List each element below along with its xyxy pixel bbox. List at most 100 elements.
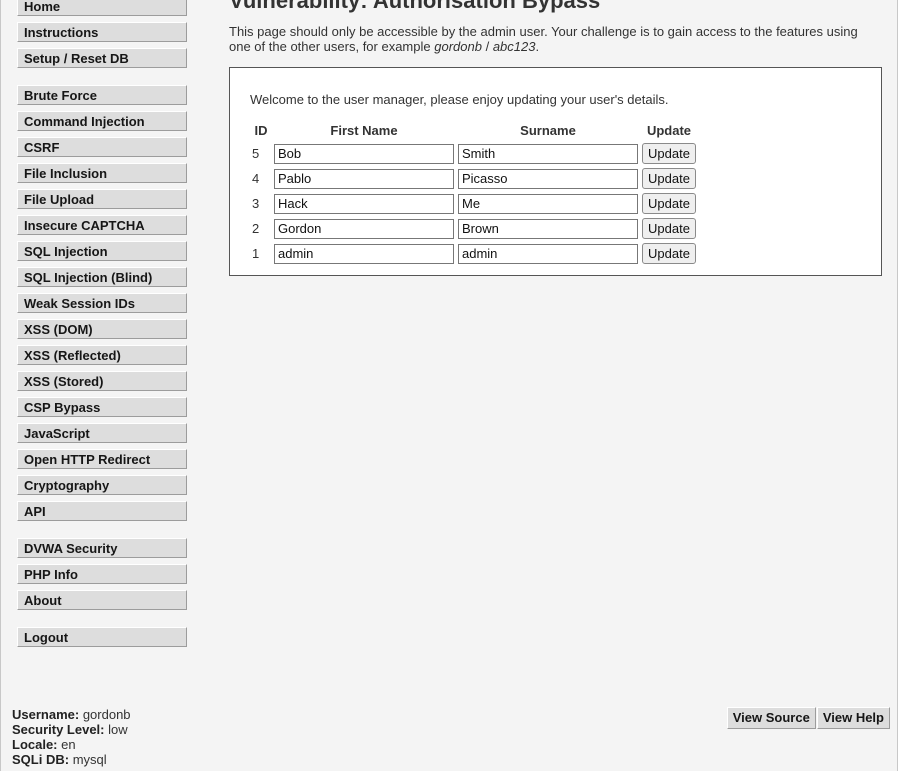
locale-label: Locale:: [12, 737, 58, 752]
surname-input[interactable]: [458, 243, 638, 264]
page-frame: Home Instructions Setup / Reset DB Brute F…: [0, 0, 898, 771]
menu-item-file-upload[interactable]: File Upload: [17, 189, 187, 209]
menu-item-csp-bypass[interactable]: CSP Bypass: [17, 397, 187, 417]
username-value: gordonb: [82, 707, 131, 722]
menu-item-csrf[interactable]: CSRF: [17, 137, 187, 157]
update-cell: Update: [640, 141, 698, 166]
first-name-cell: [272, 241, 456, 266]
surname-cell: [456, 141, 640, 166]
menu-item-instructions[interactable]: Instructions: [17, 22, 187, 42]
surname-input[interactable]: [458, 143, 638, 164]
menu-group-logout: Logout: [17, 627, 187, 647]
surname-cell: [456, 166, 640, 191]
menu-item-command-injection[interactable]: Command Injection: [17, 111, 187, 131]
menu-item-about[interactable]: About: [17, 590, 187, 610]
footer-buttons: View Source View Help: [726, 707, 890, 729]
table-row: 1 Update: [250, 241, 698, 266]
example-username: gordonb: [434, 39, 482, 54]
table-header-row: ID First Name Surname Update: [250, 119, 698, 141]
update-button[interactable]: Update: [642, 168, 696, 189]
menu-item-xss-stored[interactable]: XSS (Stored): [17, 371, 187, 391]
welcome-message: Welcome to the user manager, please enjo…: [250, 92, 669, 107]
menu-item-file-inclusion[interactable]: File Inclusion: [17, 163, 187, 183]
menu-item-dvwa-security[interactable]: DVWA Security: [17, 538, 187, 558]
user-rows: 5 Update 4 Update 3 Update 2 Update 1 Update: [250, 141, 698, 266]
locale-value: en: [61, 737, 76, 752]
menu-item-api[interactable]: API: [17, 501, 187, 521]
first-name-input[interactable]: [274, 243, 454, 264]
menu-item-sql-injection-blind[interactable]: SQL Injection (Blind): [17, 267, 187, 287]
header-surname: Surname: [520, 122, 576, 138]
menu-item-cryptography[interactable]: Cryptography: [17, 475, 187, 495]
status-security-level: Security Level: low: [12, 722, 131, 737]
status-username: Username: gordonb: [12, 707, 131, 722]
intro-sentence: This page should only be accessible by t…: [229, 24, 858, 54]
status-info: Username: gordonb Security Level: low Lo…: [12, 707, 131, 767]
first-name-input[interactable]: [274, 193, 454, 214]
menu-group-main: Home Instructions Setup / Reset DB: [17, 0, 187, 68]
view-source-button[interactable]: View Source: [726, 707, 816, 729]
menu-item-insecure-captcha[interactable]: Insecure CAPTCHA: [17, 215, 187, 235]
menu-item-xss-reflected[interactable]: XSS (Reflected): [17, 345, 187, 365]
surname-cell: [456, 216, 640, 241]
menu-item-php-info[interactable]: PHP Info: [17, 564, 187, 584]
user-id-cell: 2: [252, 221, 260, 236]
user-id-cell: 4: [252, 171, 260, 186]
surname-input[interactable]: [458, 168, 638, 189]
menu-item-open-http-redirect[interactable]: Open HTTP Redirect: [17, 449, 187, 469]
first-name-input[interactable]: [274, 218, 454, 239]
menu-item-weak-session-ids[interactable]: Weak Session IDs: [17, 293, 187, 313]
user-id-cell: 3: [252, 196, 260, 211]
header-first-name: First Name: [330, 122, 398, 138]
update-button[interactable]: Update: [642, 243, 696, 264]
menu-item-setup-reset-db[interactable]: Setup / Reset DB: [17, 48, 187, 68]
status-locale: Locale: en: [12, 737, 131, 752]
surname-cell: [456, 241, 640, 266]
table-row: 2 Update: [250, 216, 698, 241]
sqli-db-value: mysql: [72, 752, 107, 767]
header-update: Update: [646, 122, 692, 138]
example-separator: /: [481, 39, 493, 54]
update-button[interactable]: Update: [642, 218, 696, 239]
first-name-cell: [272, 141, 456, 166]
header-id: ID: [254, 122, 268, 138]
left-menu: Home Instructions Setup / Reset DB Brute F…: [17, 0, 187, 664]
menu-item-logout[interactable]: Logout: [17, 627, 187, 647]
update-button[interactable]: Update: [642, 193, 696, 214]
first-name-cell: [272, 216, 456, 241]
example-password: abc123: [492, 39, 536, 54]
view-help-button[interactable]: View Help: [816, 707, 890, 729]
update-cell: Update: [640, 241, 698, 266]
menu-item-xss-dom[interactable]: XSS (DOM): [17, 319, 187, 339]
table-row: 4 Update: [250, 166, 698, 191]
surname-input[interactable]: [458, 193, 638, 214]
menu-group-settings: DVWA Security PHP Info About: [17, 538, 187, 610]
first-name-input[interactable]: [274, 143, 454, 164]
user-table: ID First Name Surname Update 5 Update 4 Upd…: [250, 119, 698, 266]
table-row: 3 Update: [250, 191, 698, 216]
status-sqli-db: SQLi DB: mysql: [12, 752, 131, 767]
intro-text: This page should only be accessible by t…: [229, 24, 879, 54]
security-level-label: Security Level:: [12, 722, 105, 737]
update-button[interactable]: Update: [642, 143, 696, 164]
menu-item-brute-force[interactable]: Brute Force: [17, 85, 187, 105]
user-manager-box: Welcome to the user manager, please enjo…: [229, 67, 882, 276]
security-level-value: low: [108, 722, 128, 737]
first-name-cell: [272, 191, 456, 216]
surname-cell: [456, 191, 640, 216]
surname-input[interactable]: [458, 218, 638, 239]
first-name-cell: [272, 166, 456, 191]
menu-item-sql-injection[interactable]: SQL Injection: [17, 241, 187, 261]
menu-item-home[interactable]: Home: [17, 0, 187, 16]
first-name-input[interactable]: [274, 168, 454, 189]
intro-period: .: [535, 39, 540, 54]
username-label: Username:: [12, 707, 80, 722]
sqli-db-label: SQLi DB:: [12, 752, 70, 767]
user-id-cell: 5: [252, 146, 260, 161]
update-cell: Update: [640, 216, 698, 241]
update-cell: Update: [640, 166, 698, 191]
table-row: 5 Update: [250, 141, 698, 166]
menu-item-javascript[interactable]: JavaScript: [17, 423, 187, 443]
user-id-cell: 1: [252, 246, 260, 261]
update-cell: Update: [640, 191, 698, 216]
